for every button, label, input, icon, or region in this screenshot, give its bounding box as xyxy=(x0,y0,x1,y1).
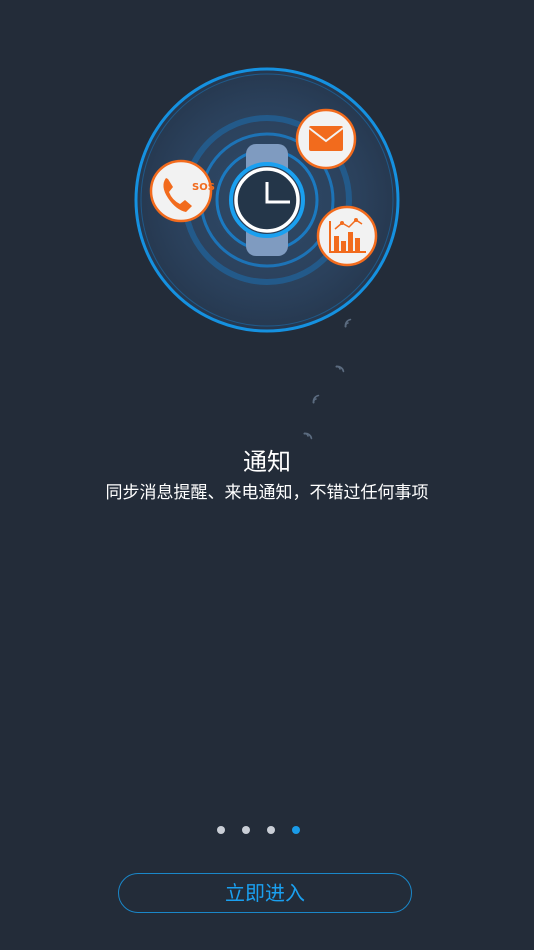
page-dot-3[interactable] xyxy=(267,826,275,834)
guide-screen: SOS 通知 同步消息提醒、来电通知，不错过任何事项 立即进入 xyxy=(0,0,534,950)
mail-icon xyxy=(295,108,357,170)
page-title: 通知 xyxy=(243,448,291,476)
enter-now-button[interactable]: 立即进入 xyxy=(118,873,412,913)
notification-illustration: SOS xyxy=(134,67,400,440)
chart-icon xyxy=(316,205,378,267)
page-dot-2[interactable] xyxy=(242,826,250,834)
sos-label: SOS xyxy=(192,182,215,193)
page-dot-1[interactable] xyxy=(217,826,225,834)
page-indicator xyxy=(217,826,300,834)
signal-icon xyxy=(303,318,352,440)
page-subtitle: 同步消息提醒、来电通知，不错过任何事项 xyxy=(105,483,429,503)
page-dot-4-active[interactable] xyxy=(292,826,300,834)
